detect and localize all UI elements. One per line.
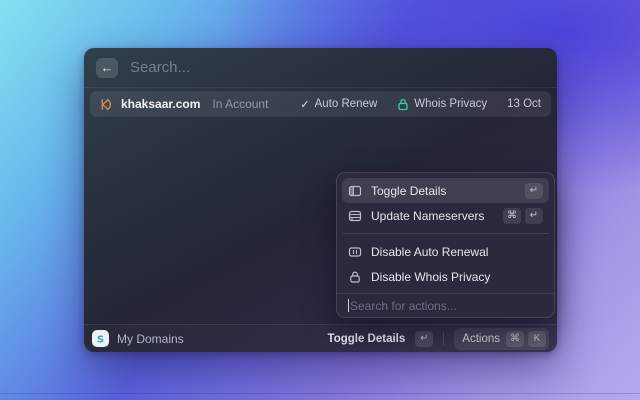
return-keycap: ↵: [525, 207, 543, 224]
auto-renew-accessory: ✓ Auto Renew: [300, 98, 377, 111]
back-arrow-icon: ←: [100, 60, 114, 75]
return-keycap: ↵: [525, 182, 543, 199]
whois-privacy-label: Whois Privacy: [414, 98, 488, 110]
whois-privacy-accessory: Whois Privacy: [397, 98, 487, 111]
menu-section-divider: [342, 233, 549, 234]
cmd-keycap: ⌘: [506, 330, 524, 347]
footer-source-label: My Domains: [117, 331, 184, 346]
cmd-keycap: ⌘: [503, 207, 521, 224]
domain-list: khaksaar.com In Account ✓ Auto Renew Who…: [84, 88, 557, 120]
desktop-edge-line: [0, 393, 640, 394]
search-input[interactable]: [130, 59, 545, 76]
menu-item-label: Disable Auto Renewal: [371, 244, 489, 259]
footer-bar: S My Domains Toggle Details ↵ Actions ⌘ …: [84, 324, 557, 352]
domain-name: khaksaar.com: [121, 97, 201, 111]
menu-item-toggle-details[interactable]: Toggle Details ↵: [342, 178, 549, 203]
actions-button[interactable]: Actions ⌘ K: [454, 327, 549, 350]
raycast-window: ← khaksaar.com In Account ✓ Auto Renew: [84, 48, 557, 352]
menu-item-label: Disable Whois Privacy: [371, 269, 491, 284]
auto-renew-label: Auto Renew: [314, 98, 378, 110]
footer-divider: [443, 332, 445, 345]
spaceship-app-icon: S: [92, 330, 109, 347]
menu-item-label: Update Nameservers: [371, 208, 485, 223]
return-keycap: ↵: [415, 330, 434, 347]
menu-item-disable-auto-renewal[interactable]: Disable Auto Renewal: [342, 239, 549, 264]
actions-menu-panel: Toggle Details ↵ Update Nameservers ⌘ ↵ …: [336, 172, 555, 318]
auto-renew-icon: [348, 245, 362, 259]
menu-item-disable-whois-privacy[interactable]: Disable Whois Privacy: [342, 264, 549, 289]
footer-primary-action[interactable]: Toggle Details: [328, 333, 406, 345]
text-cursor: [348, 299, 349, 313]
server-stack-icon: [348, 209, 362, 223]
sidebar-layout-icon: [348, 184, 362, 198]
actions-search-input[interactable]: [350, 298, 543, 313]
domain-row-selected[interactable]: khaksaar.com In Account ✓ Auto Renew Who…: [90, 91, 551, 117]
search-header: ←: [84, 48, 557, 88]
back-button[interactable]: ←: [96, 57, 118, 78]
domain-status: In Account: [212, 97, 269, 111]
lock-icon: [397, 98, 409, 111]
padlock-icon: [348, 270, 362, 284]
check-icon: ✓: [300, 98, 310, 111]
svg-text:S: S: [97, 334, 104, 344]
k-keycap: K: [528, 330, 546, 347]
actions-search-row: [337, 294, 554, 317]
domain-favicon-icon: [98, 97, 113, 112]
menu-item-label: Toggle Details: [371, 183, 447, 198]
actions-label: Actions: [462, 332, 500, 345]
menu-item-update-nameservers[interactable]: Update Nameservers ⌘ ↵: [342, 203, 549, 228]
expiry-date: 13 Oct: [507, 98, 541, 110]
